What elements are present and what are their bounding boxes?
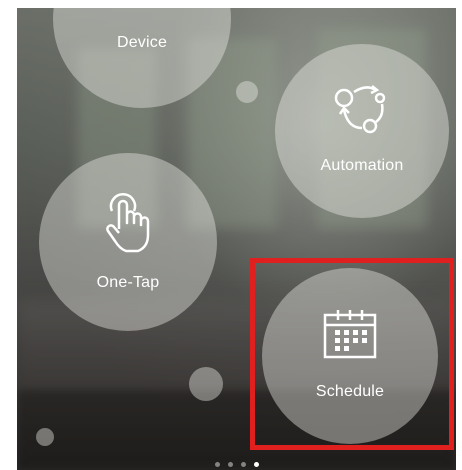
page-dot[interactable]: [227, 462, 233, 467]
one-tap-label: One-Tap: [96, 273, 160, 291]
decorative-dot: [36, 428, 54, 446]
decorative-dot: [189, 367, 223, 401]
page-dot-active[interactable]: [253, 462, 259, 467]
page-dot[interactable]: [214, 462, 220, 467]
highlight-box: [250, 258, 454, 450]
automation-button[interactable]: Automation: [275, 44, 449, 218]
decorative-dot: [236, 81, 258, 103]
tap-hand-icon: [100, 189, 156, 260]
page-dot[interactable]: [240, 462, 246, 467]
device-label: Device: [116, 34, 168, 51]
automation-label: Automation: [320, 156, 404, 174]
automation-cycle-icon: [330, 82, 394, 143]
page-indicator: [17, 462, 456, 467]
one-tap-button[interactable]: One-Tap: [39, 153, 217, 331]
